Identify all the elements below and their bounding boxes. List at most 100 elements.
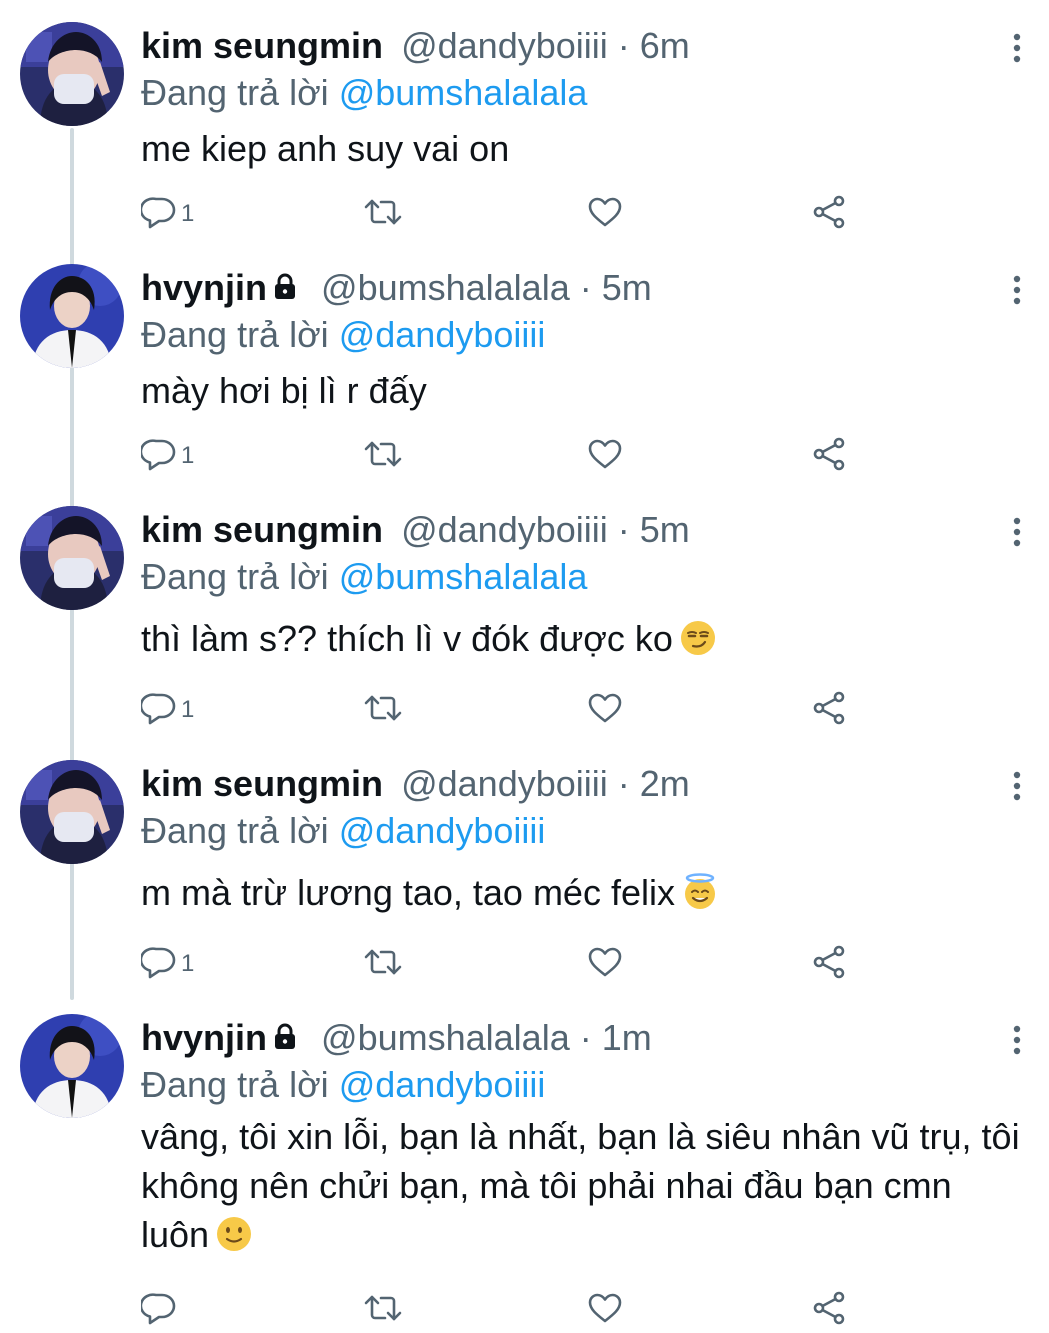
tweet-text-content: m mà trừ lương tao, tao méc felix	[141, 872, 675, 913]
retweet-button[interactable]	[363, 192, 403, 236]
tweet-text: mày hơi bị lì r đấy	[141, 366, 1029, 415]
more-options-icon[interactable]	[1009, 1024, 1025, 1056]
display-name[interactable]: hvynjin	[141, 267, 267, 308]
like-icon	[587, 438, 623, 475]
tweet[interactable]: kim seungmin @dandyboiiii · 2m Đang trả …	[0, 760, 1049, 996]
more-options-icon[interactable]	[1009, 770, 1025, 802]
retweet-icon	[363, 1292, 403, 1329]
retweet-button[interactable]	[363, 434, 403, 478]
reply-button[interactable]: 1	[139, 192, 194, 236]
tweet-header: kim seungmin @dandyboiiii · 2m	[141, 760, 1029, 808]
more-options-icon[interactable]	[1009, 32, 1025, 64]
timestamp: · 1m	[579, 1017, 652, 1058]
avatar-seungmin[interactable]	[20, 506, 124, 610]
avatar-seungmin[interactable]	[20, 22, 124, 126]
reply-prefix: Đang trả lời	[141, 810, 329, 851]
retweet-icon	[363, 438, 403, 475]
replying-to: Đang trả lời @dandyboiiii	[141, 808, 1029, 854]
tweet-header: hvynjin @bumshalalala · 5m	[141, 264, 1029, 312]
tweet-header: kim seungmin @dandyboiiii · 6m	[141, 22, 1029, 70]
like-icon	[587, 1292, 623, 1329]
retweet-button[interactable]	[363, 688, 403, 732]
reply-icon	[139, 691, 177, 730]
lock-icon	[271, 1016, 299, 1064]
reply-prefix: Đang trả lời	[141, 314, 329, 355]
reply-count: 1	[181, 442, 195, 469]
reply-icon	[139, 437, 177, 476]
reply-icon	[139, 945, 177, 984]
reply-button[interactable]: 1	[139, 942, 194, 986]
reply-button[interactable]: 1	[139, 688, 195, 732]
share-icon	[811, 1291, 847, 1330]
reply-mention[interactable]: @dandyboiiii	[339, 314, 546, 355]
tweet[interactable]: kim seungmin @dandyboiiii · 5m Đang trả …	[0, 506, 1049, 742]
share-button[interactable]	[811, 1288, 847, 1332]
tweet[interactable]: hvynjin @bumshalalala · 5m Đang trả lời …	[0, 264, 1049, 490]
reply-mention[interactable]: @dandyboiiii	[339, 810, 546, 851]
tweet-actions: 1	[139, 192, 861, 236]
halo-emoji-icon	[681, 873, 719, 911]
slight-smile-emoji-icon	[215, 1215, 253, 1253]
retweet-button[interactable]	[363, 1288, 403, 1332]
timestamp: · 6m	[617, 25, 690, 66]
tweet-text: m mà trừ lương tao, tao méc felix	[141, 868, 1029, 917]
retweet-icon	[363, 946, 403, 983]
timestamp: · 2m	[617, 763, 690, 804]
more-options-icon[interactable]	[1009, 516, 1025, 548]
tweet-actions: 1	[139, 688, 861, 732]
reply-icon	[139, 195, 177, 234]
tweet-text-content: vâng, tôi xin lỗi, bạn là nhất, bạn là s…	[141, 1116, 1020, 1255]
display-name[interactable]: kim seungmin	[141, 509, 383, 550]
reply-button[interactable]	[139, 1288, 177, 1332]
display-name[interactable]: hvynjin	[141, 1017, 267, 1058]
more-options-icon[interactable]	[1009, 274, 1025, 306]
reply-mention[interactable]: @dandyboiiii	[339, 1064, 546, 1105]
share-icon	[811, 945, 847, 984]
tweet-actions	[139, 1288, 861, 1332]
share-button[interactable]	[811, 942, 847, 986]
timestamp: · 5m	[579, 267, 652, 308]
like-icon	[587, 692, 623, 729]
reply-count: 1	[181, 696, 195, 723]
tweet-header: hvynjin @bumshalalala · 1m	[141, 1014, 1029, 1062]
tweet-content: hvynjin @bumshalalala · 5m Đang trả lời …	[141, 264, 1029, 415]
retweet-icon	[363, 692, 403, 729]
smirk-emoji-icon	[679, 619, 717, 657]
display-name[interactable]: kim seungmin	[141, 763, 383, 804]
tweet[interactable]: kim seungmin @dandyboiiii · 6m Đang trả …	[0, 22, 1049, 248]
replying-to: Đang trả lời @bumshalalala	[141, 554, 1029, 600]
tweet-actions: 1	[139, 942, 861, 986]
replying-to: Đang trả lời @bumshalalala	[141, 70, 1029, 116]
user-handle: @bumshalalala	[321, 1017, 570, 1058]
tweet-content: kim seungmin @dandyboiiii · 6m Đang trả …	[141, 22, 1029, 173]
like-button[interactable]	[587, 192, 623, 236]
avatar-hyunjin[interactable]	[20, 264, 124, 368]
like-button[interactable]	[587, 1288, 623, 1332]
share-icon	[811, 195, 847, 234]
reply-mention[interactable]: @bumshalalala	[339, 72, 588, 113]
user-handle: @dandyboiiii	[401, 509, 608, 550]
share-button[interactable]	[811, 434, 847, 478]
retweet-button[interactable]	[363, 942, 403, 986]
share-button[interactable]	[811, 192, 847, 236]
user-handle: @dandyboiiii	[401, 763, 608, 804]
replying-to: Đang trả lời @dandyboiiii	[141, 1062, 1029, 1108]
retweet-icon	[363, 196, 403, 233]
share-button[interactable]	[811, 688, 847, 732]
reply-prefix: Đang trả lời	[141, 556, 329, 597]
tweet-text-content: me kiep anh suy vai on	[141, 128, 510, 169]
tweet-content: hvynjin @bumshalalala · 1m Đang trả lời …	[141, 1014, 1029, 1259]
tweet-text: thì làm s?? thích lì v đók được ko	[141, 614, 1029, 663]
like-button[interactable]	[587, 434, 623, 478]
tweet[interactable]: hvynjin @bumshalalala · 1m Đang trả lời …	[0, 1014, 1049, 1333]
like-button[interactable]	[587, 688, 623, 732]
reply-prefix: Đang trả lời	[141, 72, 329, 113]
like-icon	[587, 196, 623, 233]
avatar-hyunjin[interactable]	[20, 1014, 124, 1118]
reply-mention[interactable]: @bumshalalala	[339, 556, 588, 597]
display-name[interactable]: kim seungmin	[141, 25, 383, 66]
reply-button[interactable]: 1	[139, 434, 195, 478]
like-button[interactable]	[587, 942, 623, 986]
avatar-seungmin[interactable]	[20, 760, 124, 864]
tweet-text-content: mày hơi bị lì r đấy	[141, 370, 427, 411]
